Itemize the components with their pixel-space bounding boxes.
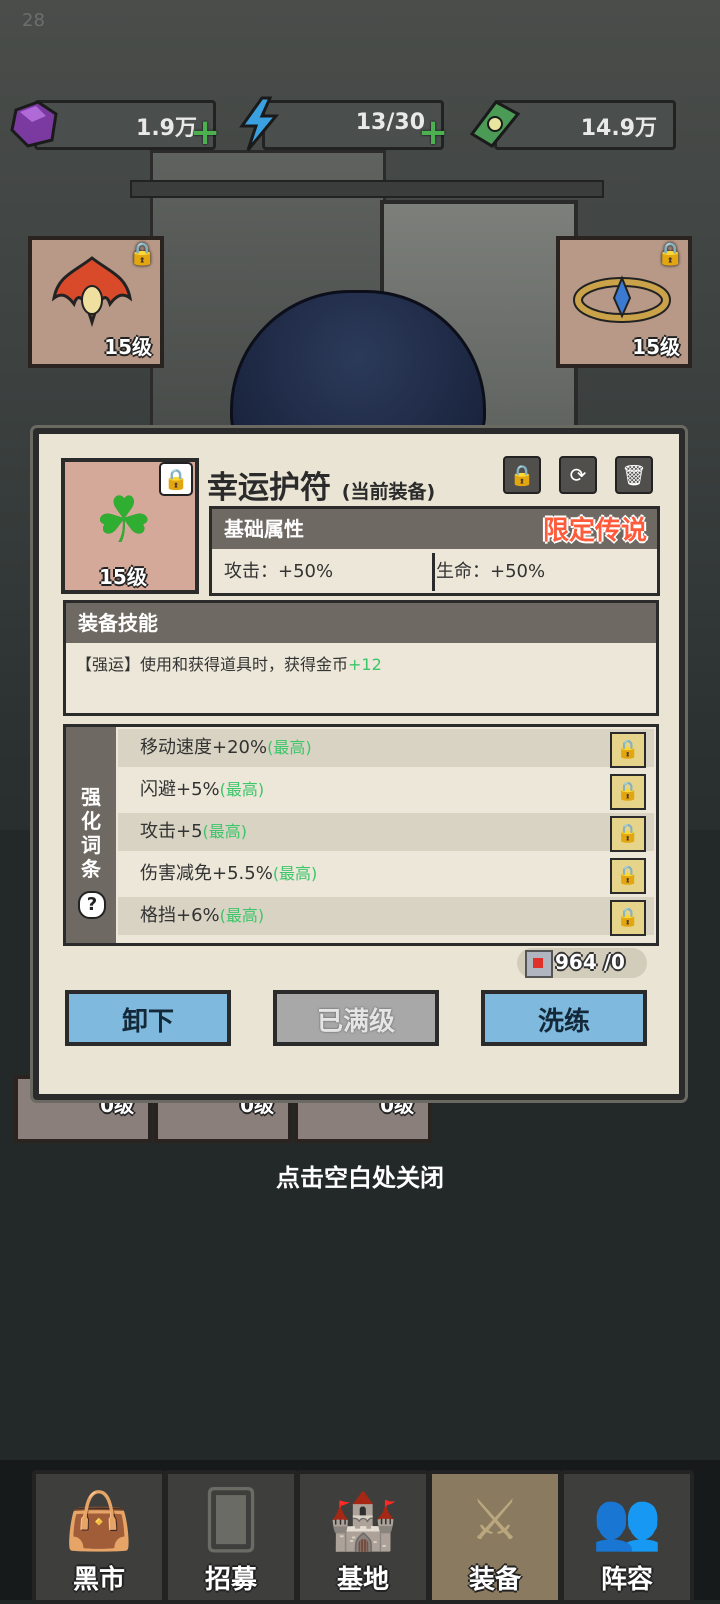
- affix-lock-button[interactable]: 🔒: [610, 858, 646, 894]
- bottom-navigation: 👜 黑市 🂠 招募 🏰 基地 ⚔ 装备 👥 阵容: [0, 1460, 720, 1604]
- resource-energy: 13/30: [262, 100, 444, 150]
- skill-description: 【强运】使用和获得道具时，获得金币+12: [66, 643, 656, 683]
- equip-icon: ⚔: [469, 1488, 521, 1553]
- cash-icon: [469, 100, 521, 148]
- add-energy-button[interactable]: +: [418, 112, 448, 153]
- affix-label-char: 条: [81, 857, 101, 881]
- affix-row: 移动速度+20%(最高) 🔒: [118, 729, 654, 768]
- bag-icon: 👜: [64, 1489, 134, 1554]
- affix-text: 伤害减免+5.5%: [140, 863, 273, 884]
- item-level: 15级: [99, 565, 147, 589]
- skill-text: 【强运】使用和获得道具时，获得金币: [76, 655, 349, 674]
- skill-header: 装备技能: [66, 603, 656, 643]
- lock-icon: 🔒: [509, 463, 535, 487]
- affix-side-label: 强 化 词 条 ?: [66, 727, 116, 943]
- delete-button[interactable]: 🗑: [615, 456, 653, 494]
- lock-icon: 🔒: [656, 242, 684, 267]
- status-number: 28: [22, 10, 45, 31]
- affix-label-char: 词: [81, 833, 101, 857]
- lock-icon: 🔒: [616, 907, 640, 928]
- affix-max: (最高): [219, 780, 265, 799]
- slot-level: 15级: [632, 335, 680, 359]
- base-attributes-header: 基础属性: [224, 517, 304, 541]
- item-name: 幸运护符: [207, 470, 331, 506]
- item-icon-frame: ☘ 🔒 15级: [61, 458, 199, 594]
- lock-icon: 🔒: [616, 865, 640, 886]
- tab-base[interactable]: 🏰 基地: [296, 1470, 430, 1604]
- tab-label: 阵容: [600, 1565, 653, 1595]
- affix-lock-button[interactable]: 🔒: [610, 900, 646, 936]
- crown-ring-icon: [573, 275, 671, 323]
- resource-value: 1.9万: [136, 116, 197, 141]
- item-title: 幸运护符 (当前装备): [207, 462, 435, 507]
- tab-black-market[interactable]: 👜 黑市: [32, 1470, 166, 1604]
- tab-label: 黑市: [72, 1565, 125, 1595]
- base-attributes-panel: 基础属性 限定传说 攻击：+50% 生命：+50%: [209, 506, 660, 596]
- lock-icon: 🔒: [616, 781, 640, 802]
- tab-recruit[interactable]: 🂠 招募: [164, 1470, 298, 1604]
- tab-equipment[interactable]: ⚔ 装备: [428, 1470, 562, 1604]
- equipment-skill-panel: 装备技能 【强运】使用和获得道具时，获得金币+12: [63, 600, 659, 716]
- unequip-button[interactable]: 卸下: [65, 990, 231, 1046]
- affix-text: 攻击+5: [140, 821, 203, 842]
- affix-max: (最高): [267, 738, 312, 757]
- affix-label-char: 强: [81, 785, 101, 809]
- max-level-button[interactable]: 已满级: [273, 990, 439, 1046]
- reroll-cube-counter: 964 /0: [517, 948, 647, 978]
- tab-lineup[interactable]: 👥 阵容: [560, 1470, 694, 1604]
- refresh-icon: ⟳: [569, 463, 587, 487]
- clover-charm-icon: ☘: [95, 484, 153, 558]
- resource-value: 13/30: [355, 110, 425, 135]
- add-gems-button[interactable]: +: [190, 112, 220, 153]
- affix-max: (最高): [202, 822, 248, 841]
- affix-row: 闪避+5%(最高) 🔒: [118, 771, 654, 810]
- help-icon[interactable]: ?: [78, 891, 106, 919]
- equip-slot-accessory[interactable]: 🔒 15级: [556, 236, 692, 368]
- affix-row: 攻击+5(最高) 🔒: [118, 813, 654, 852]
- reroll-button[interactable]: 洗练: [481, 990, 647, 1046]
- resource-value: 14.9万: [580, 116, 657, 141]
- affix-max: (最高): [272, 864, 318, 883]
- affix-lock-button[interactable]: 🔒: [610, 732, 646, 768]
- lock-icon: 🔒: [616, 823, 640, 844]
- affix-lock-button[interactable]: 🔒: [610, 774, 646, 810]
- tab-label: 招募: [204, 1565, 257, 1595]
- affix-lock-button[interactable]: 🔒: [610, 816, 646, 852]
- gem-icon: [10, 100, 58, 148]
- flame-mask-icon: [51, 256, 133, 328]
- attack-stat: 攻击：+50%: [212, 553, 435, 591]
- lock-button[interactable]: 🔒: [503, 456, 541, 494]
- affix-max: (最高): [219, 906, 265, 925]
- trash-icon: 🗑: [621, 463, 647, 487]
- hp-stat: 生命：+50%: [436, 561, 546, 582]
- equipment-detail-popup: ☘ 🔒 15级 幸运护符 (当前装备) 🔒 ⟳ 🗑 基础属性 限定传说 攻击：+…: [33, 428, 685, 1100]
- affix-label-char: 化: [81, 809, 101, 833]
- equip-slot-weapon[interactable]: 🔒 15级: [28, 236, 164, 368]
- tab-label: 基地: [336, 1565, 389, 1595]
- item-status: (当前装备): [341, 481, 436, 503]
- tab-label: 装备: [468, 1565, 521, 1595]
- energy-icon: [239, 96, 280, 151]
- fort-icon: 🏰: [328, 1489, 398, 1554]
- affix-row: 格挡+6%(最高) 🔒: [118, 897, 654, 936]
- cube-count: 964 /0: [555, 950, 625, 974]
- enhance-affixes-panel: 强 化 词 条 ? 移动速度+20%(最高) 🔒 闪避+5%(最高) 🔒 攻击+…: [63, 724, 659, 946]
- background-pipe: [130, 180, 604, 198]
- team-icon: 👥: [592, 1489, 662, 1554]
- affix-text: 格挡+6%: [140, 905, 220, 926]
- skill-value: +12: [348, 655, 382, 674]
- lock-icon: 🔒: [128, 242, 156, 267]
- slot-level: 15级: [104, 335, 152, 359]
- item-lock-icon[interactable]: 🔒: [159, 462, 193, 496]
- cube-icon: [525, 950, 553, 978]
- affix-row: 伤害减免+5.5%(最高) 🔒: [118, 855, 654, 894]
- lock-icon: 🔒: [616, 739, 640, 760]
- cards-icon: 🂠: [202, 1488, 260, 1553]
- rarity-label: 限定传说: [542, 516, 647, 546]
- affix-text: 移动速度+20%: [140, 737, 268, 758]
- affix-text: 闪避+5%: [140, 779, 220, 800]
- swap-button[interactable]: ⟳: [559, 456, 597, 494]
- close-hint[interactable]: 点击空白处关闭: [0, 1158, 720, 1193]
